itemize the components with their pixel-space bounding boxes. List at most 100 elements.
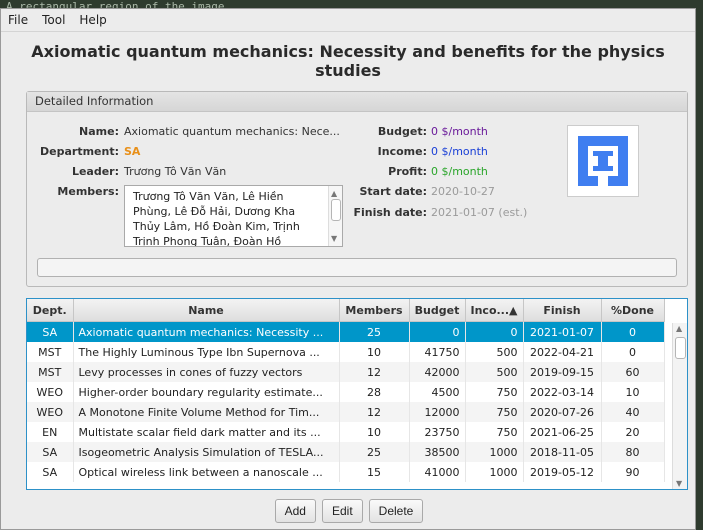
cell-finish: 2021-06-25: [523, 422, 602, 442]
cell-members: 28: [339, 382, 410, 402]
project-title: Axiomatic quantum mechanics: Necessity a…: [31, 42, 665, 80]
cell-finish: 2021-01-07: [523, 321, 602, 342]
profit-label: Profit:: [388, 165, 427, 178]
cell-income: 750: [465, 422, 524, 442]
cell-done: 60: [601, 362, 665, 382]
cell-income: 500: [465, 362, 524, 382]
cell-income: 500: [465, 342, 524, 362]
cell-dept: SA: [27, 321, 74, 342]
panel-header: Detailed Information: [27, 92, 687, 112]
members-text: Trương Tô Văn Văn, Lê Hiền Phùng, Lê Đỗ …: [133, 190, 300, 247]
cell-name: Isogeometric Analysis Simulation of TESL…: [73, 442, 340, 462]
menu-tool[interactable]: Tool: [42, 13, 73, 27]
cell-finish: 2020-07-26: [523, 402, 602, 422]
cell-finish: 2019-05-12: [523, 462, 602, 482]
members-textarea[interactable]: Trương Tô Văn Văn, Lê Hiền Phùng, Lê Đỗ …: [124, 185, 343, 247]
table-row[interactable]: MST The Highly Luminous Type Ibn Superno…: [27, 342, 665, 362]
menu-help[interactable]: Help: [79, 13, 114, 27]
cell-members: 15: [339, 462, 410, 482]
progress-bar: [37, 258, 677, 277]
scroll-down-icon[interactable]: ▼: [331, 231, 337, 246]
cell-income: 750: [465, 402, 524, 422]
department-logo: [567, 125, 639, 197]
cell-finish: 2019-09-15: [523, 362, 602, 382]
cell-dept: MST: [27, 362, 74, 382]
cell-income: 750: [465, 382, 524, 402]
cell-name: Higher-order boundary regularity estimat…: [73, 382, 340, 402]
scroll-down-icon[interactable]: ▼: [676, 479, 682, 488]
cell-dept: WEO: [27, 382, 74, 402]
projects-table: Dept. Name Members Budget Inco...▲ Finis…: [26, 298, 688, 490]
cell-budget: 42000: [409, 362, 466, 382]
column-header-dept[interactable]: Dept.: [27, 299, 74, 322]
delete-button[interactable]: Delete: [368, 499, 424, 523]
department-value: SA: [124, 145, 141, 158]
scroll-thumb[interactable]: [675, 337, 686, 359]
profit-value: 0 $/month: [431, 165, 488, 178]
cell-income: 0: [465, 321, 524, 342]
budget-label: Budget:: [377, 125, 427, 138]
detailed-information-panel: Detailed Information Name: Axiomatic qua…: [26, 91, 688, 287]
cell-name: Optical wireless link between a nanoscal…: [73, 462, 340, 482]
cell-finish: 2018-11-05: [523, 442, 602, 462]
cell-budget: 41000: [409, 462, 466, 482]
table-row[interactable]: EN Multistate scalar field dark matter a…: [27, 422, 665, 442]
cell-budget: 38500: [409, 442, 466, 462]
finish-date-label: Finish date:: [353, 206, 427, 219]
column-header-done[interactable]: %Done: [601, 299, 665, 322]
start-date-value: 2020-10-27: [431, 185, 495, 198]
table-row[interactable]: MST Levy processes in cones of fuzzy vec…: [27, 362, 665, 382]
cell-members: 25: [339, 321, 410, 342]
cell-income: 1000: [465, 462, 524, 482]
cell-budget: 4500: [409, 382, 466, 402]
column-header-budget[interactable]: Budget: [409, 299, 466, 322]
edit-button[interactable]: Edit: [321, 499, 363, 523]
income-value: 0 $/month: [431, 145, 488, 158]
cell-dept: EN: [27, 422, 74, 442]
action-buttons: Add Edit Delete: [1, 499, 697, 523]
name-value: Axiomatic quantum mechanics: Nece...: [124, 125, 340, 138]
cell-finish: 2022-03-14: [523, 382, 602, 402]
cell-dept: SA: [27, 462, 74, 482]
app-window: File Tool Help Axiomatic quantum mechani…: [0, 8, 696, 530]
cell-done: 0: [601, 342, 665, 362]
cell-finish: 2022-04-21: [523, 342, 602, 362]
cell-dept: WEO: [27, 402, 74, 422]
column-header-finish[interactable]: Finish: [523, 299, 602, 322]
table-row[interactable]: WEO A Monotone Finite Volume Method for …: [27, 402, 665, 422]
cell-budget: 23750: [409, 422, 466, 442]
table-header: Dept. Name Members Budget Inco...▲ Finis…: [27, 299, 665, 322]
cell-members: 12: [339, 362, 410, 382]
logo-icon: [578, 136, 628, 186]
cell-name: The Highly Luminous Type Ibn Supernova .…: [73, 342, 340, 362]
menu-file[interactable]: File: [8, 13, 36, 27]
cell-members: 10: [339, 342, 410, 362]
cell-done: 40: [601, 402, 665, 422]
cell-done: 90: [601, 462, 665, 482]
department-label: Department:: [40, 145, 119, 158]
cell-dept: MST: [27, 342, 74, 362]
scroll-up-icon[interactable]: ▲: [676, 324, 682, 333]
cell-name: Levy processes in cones of fuzzy vectors: [73, 362, 340, 382]
table-row[interactable]: SA Isogeometric Analysis Simulation of T…: [27, 442, 665, 462]
table-scrollbar[interactable]: ▲ ▼: [672, 323, 687, 489]
column-header-income[interactable]: Inco...▲: [465, 299, 524, 322]
cell-dept: SA: [27, 442, 74, 462]
cell-budget: 12000: [409, 402, 466, 422]
menu-bar: File Tool Help: [1, 9, 695, 32]
cell-done: 80: [601, 442, 665, 462]
budget-value: 0 $/month: [431, 125, 488, 138]
cell-done: 0: [601, 321, 665, 342]
cell-name: Axiomatic quantum mechanics: Necessity .…: [73, 321, 340, 342]
cell-members: 12: [339, 402, 410, 422]
cell-done: 10: [601, 382, 665, 402]
add-button[interactable]: Add: [274, 499, 316, 523]
table-row[interactable]: SA Axiomatic quantum mechanics: Necessit…: [27, 321, 665, 342]
start-date-label: Start date:: [359, 185, 427, 198]
column-header-members[interactable]: Members: [339, 299, 410, 322]
cell-name: A Monotone Finite Volume Method for Tim.…: [73, 402, 340, 422]
table-row[interactable]: SA Optical wireless link between a nanos…: [27, 462, 665, 482]
column-header-name[interactable]: Name: [73, 299, 340, 322]
table-row[interactable]: WEO Higher-order boundary regularity est…: [27, 382, 665, 402]
cell-budget: 41750: [409, 342, 466, 362]
